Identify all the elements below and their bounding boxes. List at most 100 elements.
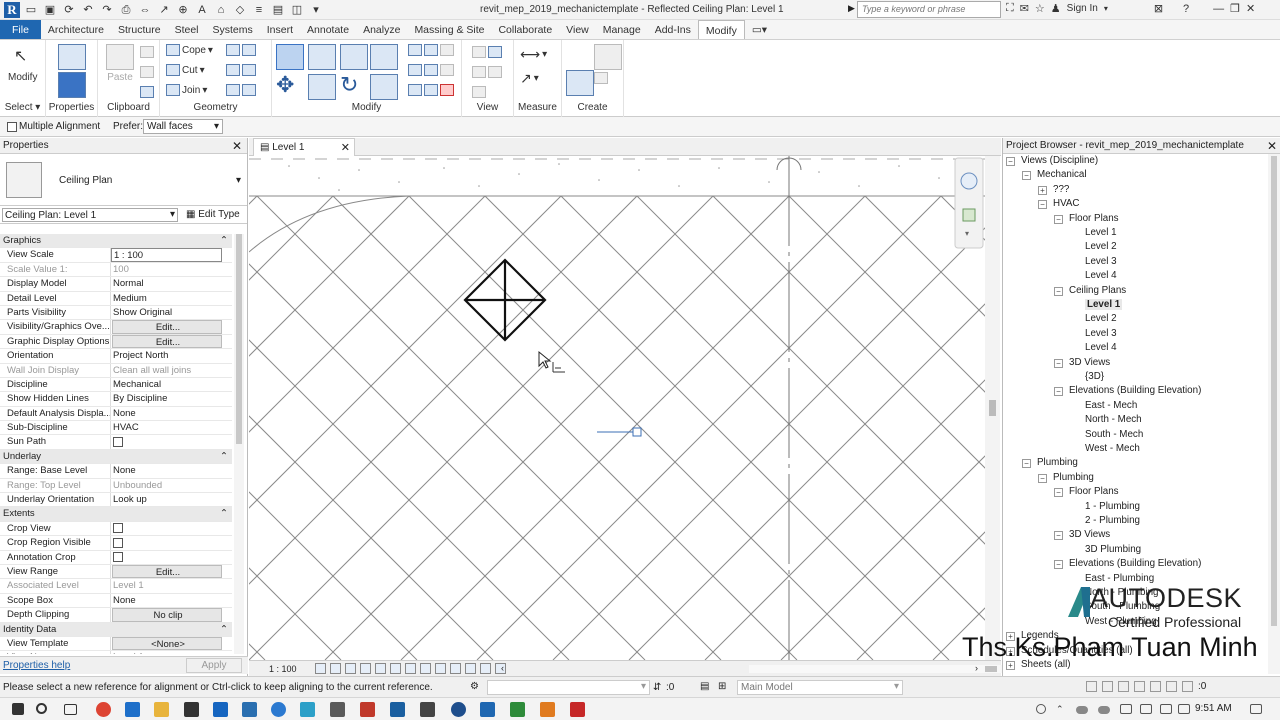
measure-icon[interactable]: ⇔ [137,2,153,18]
apply-button[interactable]: Apply [186,658,242,673]
open-icon[interactable]: ▭ [23,2,39,18]
property-edit-button[interactable]: No clip [112,608,222,622]
active-workset-select[interactable]: ▾ [487,680,650,695]
browser-tree-item[interactable]: 3D Plumbing [1085,544,1141,555]
revit-taskbar-icon[interactable] [480,702,495,717]
browser-tree-group[interactable]: Plumbing [1037,457,1078,468]
browser-tree-item[interactable]: Level 3 [1085,256,1117,267]
thin-lines-icon[interactable]: ≡ [251,2,267,18]
browser-tree-group[interactable]: Floor Plans [1069,213,1119,224]
collapse-toggle-icon[interactable]: − [1054,488,1063,498]
property-value[interactable]: By Discipline [111,392,222,405]
close-icon[interactable]: ✕ [232,139,242,153]
property-value[interactable]: Look up [111,493,222,506]
customize-qat-icon[interactable]: ▾ [308,2,324,18]
cloud-icon[interactable] [1098,706,1110,714]
browser-tree-item[interactable]: Level 2 [1085,241,1117,252]
canvas-vertical-scrollbar[interactable] [985,156,1000,660]
property-value[interactable]: Medium [111,292,222,305]
collapse-toggle-icon[interactable]: − [1006,157,1015,166]
crop-view-icon[interactable] [375,663,386,674]
browser-tree-group[interactable]: 3D Views [1069,357,1110,368]
alignment-grip[interactable] [632,427,642,437]
create-parts-icon[interactable] [594,44,622,70]
text-icon[interactable]: A [194,2,210,18]
undo-icon[interactable]: ↶ [80,2,96,18]
align-icon[interactable] [276,44,304,70]
chrome-icon[interactable] [96,702,111,717]
property-value[interactable]: Normal [111,277,222,290]
shadows-icon[interactable] [360,663,371,674]
paste-button[interactable]: Paste [106,44,134,83]
type-properties-icon[interactable] [58,44,86,70]
collapse-icon[interactable]: ⌃ [216,623,232,636]
view-tab-level-1[interactable]: ▤ Level 1 ✕ [253,138,355,156]
file-explorer-icon[interactable] [154,702,169,717]
app-icon-4[interactable] [360,702,375,717]
array-icon[interactable] [408,64,454,76]
property-checkbox-cell[interactable] [111,536,222,549]
browser-tree-item[interactable]: Level 4 [1085,342,1117,353]
show-crop-icon[interactable] [390,663,401,674]
browser-tree-item[interactable]: Level 1 [1085,299,1123,310]
instance-selector[interactable]: Ceiling Plan: Level 1 ▾ [2,208,178,222]
select-dropdown[interactable]: Select ▾ [0,102,45,113]
scroll-left-icon[interactable]: ‹ [501,663,504,673]
browser-tree-item[interactable]: North - Mech [1085,414,1142,425]
browser-tree-group[interactable]: Elevations (Building Elevation) [1069,558,1201,569]
mirror-pick-axis-icon[interactable] [340,44,368,70]
design-options-icon[interactable]: ▤ [700,681,709,692]
property-edit-button[interactable]: Edit... [112,564,222,579]
volume-icon[interactable] [1160,704,1172,714]
tab-steel[interactable]: Steel [168,20,206,39]
mail-icon[interactable] [213,702,228,717]
property-value[interactable]: None [111,594,222,607]
property-value[interactable]: Project North [111,349,222,362]
cut-button[interactable]: Cut ▾ [166,64,205,76]
browser-tree-group[interactable]: Floor Plans [1069,486,1119,497]
browser-tree-item[interactable]: East - Mech [1085,400,1137,411]
measure-between-icon[interactable]: ⟷ ▾ [520,46,547,63]
search-arrow-icon[interactable]: ▶ [848,3,855,14]
property-value[interactable]: HVAC [111,421,222,434]
sign-in-link[interactable]: Sign In [1067,3,1098,14]
detail-level-icon[interactable] [315,663,326,674]
modify-button[interactable]: Modify [8,72,37,83]
tab-add-ins[interactable]: Add-Ins [648,20,698,39]
properties-help-link[interactable]: Properties help [3,660,70,671]
property-group[interactable]: Identity Data ⌃ [0,622,232,637]
redo-icon[interactable]: ↷ [99,2,115,18]
reveal-hidden-icon[interactable] [420,663,431,674]
editable-only-icon[interactable]: ⇵ [653,682,661,693]
dimension-icon[interactable]: ↗ [156,2,172,18]
task-view-icon[interactable] [64,704,77,715]
tab-structure[interactable]: Structure [111,20,168,39]
property-group[interactable]: Graphics ⌃ [0,234,232,249]
settings-app-icon[interactable] [242,702,257,717]
delete-icon[interactable] [408,84,454,96]
view-scale[interactable]: 1 : 100 [269,664,297,674]
temporary-properties-icon[interactable] [435,663,446,674]
property-value[interactable]: 1 : 100 [111,248,222,262]
browser-tree-item[interactable]: South - Mech [1085,429,1143,440]
browser-tree-item[interactable]: Level 3 [1085,328,1117,339]
browser-tree-item[interactable]: 2 - Plumbing [1085,515,1140,526]
aligned-dimension-icon[interactable]: ↗ ▾ [520,70,539,87]
ribbon-options-icon[interactable]: ▭▾ [745,20,774,39]
temporary-hide-icon[interactable] [405,663,416,674]
cope-button[interactable]: Cope ▾ [166,44,213,56]
input-method-icon[interactable] [1178,704,1190,714]
select-links-icon[interactable] [1086,681,1097,692]
view-tool-3-icon[interactable] [472,86,486,98]
onedrive-icon[interactable] [1076,706,1088,714]
property-checkbox-cell[interactable] [111,551,222,564]
split-icon[interactable] [408,44,454,56]
design-option-select[interactable]: Main Model ▾ [737,680,903,695]
app-icon-9[interactable] [540,702,555,717]
tab-view[interactable]: View [559,20,596,39]
scroll-right-icon[interactable]: › [975,663,978,673]
browser-tree-group[interactable]: 3D Views [1069,529,1110,540]
app-icon-10[interactable] [570,702,585,717]
tab-manage[interactable]: Manage [596,20,648,39]
edge-icon[interactable] [125,702,140,717]
